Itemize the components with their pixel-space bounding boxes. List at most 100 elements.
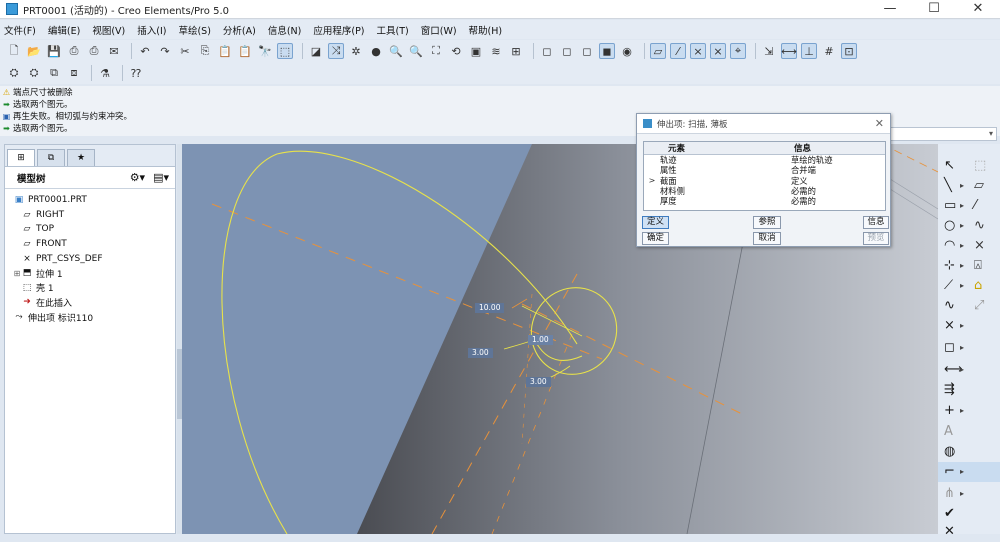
tree-item-top[interactable]: ▱ TOP xyxy=(5,222,175,237)
rectangle-icon[interactable]: ▭ xyxy=(944,196,956,216)
email-icon[interactable]: ✉ xyxy=(106,43,122,59)
constraint-tool-icon[interactable]: + xyxy=(944,401,955,421)
offset-icon[interactable]: ⤢ xyxy=(974,296,984,316)
layers-icon[interactable]: ≋ xyxy=(488,43,504,59)
shading-icon[interactable]: ● xyxy=(368,43,384,59)
spline-icon[interactable]: ∿ xyxy=(974,216,985,236)
mirror-icon[interactable]: ⋔ xyxy=(944,484,955,504)
menu-window[interactable]: 窗口(W) xyxy=(421,23,457,37)
text-icon[interactable]: A xyxy=(944,422,953,442)
selection-box-icon[interactable]: ⬚ xyxy=(277,43,293,59)
mirror-tool-icon[interactable]: ⧉ xyxy=(46,65,62,81)
close-icon[interactable]: ✕ xyxy=(875,117,884,130)
display-dimensions-icon[interactable]: ⟷ xyxy=(781,43,797,59)
menu-edit[interactable]: 编辑(E) xyxy=(48,23,80,37)
modify-icon[interactable]: ⇶ xyxy=(944,380,955,400)
table-row[interactable]: 材料侧 必需的 xyxy=(644,186,885,196)
cancel-x-icon[interactable]: ✕ xyxy=(944,522,955,542)
menu-applications[interactable]: 应用程序(P) xyxy=(313,23,364,37)
menu-tools[interactable]: 工具(T) xyxy=(377,23,409,37)
tree-item-right[interactable]: ▱ RIGHT xyxy=(5,208,175,223)
wireframe-icon[interactable]: ◻ xyxy=(539,43,555,59)
tree-item-csys[interactable]: ⨯ PRT_CSYS_DEF xyxy=(5,251,175,266)
saved-views-icon[interactable]: ▣ xyxy=(468,43,484,59)
sketch-orientation-icon[interactable]: ◪ xyxy=(308,43,324,59)
new-file-icon[interactable]: 🗋 xyxy=(6,43,22,59)
fillet-icon[interactable]: ⊹ xyxy=(944,256,955,276)
expand-icon[interactable]: ⊞ xyxy=(13,269,21,278)
chevron-down-icon[interactable]: ▾ xyxy=(989,129,993,138)
menu-analysis[interactable]: 分析(A) xyxy=(223,23,256,37)
use-edge-icon[interactable]: ◻ xyxy=(944,338,955,358)
open-file-icon[interactable]: 📂 xyxy=(26,43,42,59)
select-all-icon[interactable]: ⬚ xyxy=(974,156,986,176)
pattern-tool-icon[interactable]: ⛭ xyxy=(26,65,42,81)
copy-icon[interactable]: ⎘ xyxy=(197,43,213,59)
reference-button[interactable]: 参照 xyxy=(753,216,781,229)
redo-icon[interactable]: ↷ xyxy=(157,43,173,59)
menu-insert[interactable]: 插入(I) xyxy=(137,23,166,37)
feature-tool-icon[interactable]: ⛭ xyxy=(6,65,22,81)
save-icon[interactable]: 💾 xyxy=(46,43,62,59)
analysis-tool-icon[interactable]: ⚗ xyxy=(97,65,113,81)
cut-icon[interactable]: ✂ xyxy=(177,43,193,59)
tree-item-shell[interactable]: ⬚ 壳 1 xyxy=(5,281,175,296)
zoom-in-icon[interactable]: 🔍 xyxy=(388,43,404,59)
menu-help[interactable]: 帮助(H) xyxy=(469,23,503,37)
filter-dropdown[interactable]: ▾ xyxy=(890,127,997,141)
tree-item-protrusion[interactable]: ⤳ 伸出项 标识110 xyxy=(5,310,175,325)
refit-icon[interactable]: ⛶ xyxy=(428,43,444,59)
point-icon[interactable]: × xyxy=(974,236,985,256)
context-help-icon[interactable]: ⁇ xyxy=(128,65,144,81)
arc-icon[interactable]: ◠ xyxy=(944,236,955,256)
tree-filter-icon[interactable]: ▤▾ xyxy=(153,171,169,184)
table-row[interactable]: 轨迹 草绘的轨迹 xyxy=(644,155,885,165)
menu-info[interactable]: 信息(N) xyxy=(268,23,302,37)
point-tool-icon[interactable]: × xyxy=(944,316,955,336)
copy-tool-icon[interactable]: ⧈ xyxy=(66,65,82,81)
info-button[interactable]: 信息 xyxy=(863,216,889,229)
tree-item-extrude[interactable]: ⊞ ⬒ 拉伸 1 xyxy=(5,266,175,281)
csys-display-icon[interactable]: ⨯ xyxy=(710,43,726,59)
favorites-tab-icon[interactable]: ★ xyxy=(67,149,95,166)
print-preview-icon[interactable]: ⎙ xyxy=(86,43,102,59)
display-grid-icon[interactable]: # xyxy=(821,43,837,59)
menu-file[interactable]: 文件(F) xyxy=(4,23,36,37)
tree-item-front[interactable]: ▱ FRONT xyxy=(5,237,175,252)
maximize-button[interactable]: ☐ xyxy=(912,0,956,19)
ok-button[interactable]: 确定 xyxy=(642,232,669,245)
enhanced-realism-icon[interactable]: ◉ xyxy=(619,43,635,59)
dimension-label[interactable]: 1.00 xyxy=(528,335,553,345)
tree-item-part[interactable]: ▣ PRT0001.PRT xyxy=(5,193,175,208)
menu-sketch[interactable]: 草绘(S) xyxy=(178,23,210,37)
table-row[interactable]: > 截面 定义 xyxy=(644,176,885,186)
chamfer-icon[interactable]: ⟋ xyxy=(944,276,953,296)
shaded-icon[interactable]: ◼ xyxy=(599,43,615,59)
datum-axes-icon[interactable]: ⁄ xyxy=(670,43,686,59)
cancel-button[interactable]: 取消 xyxy=(753,232,781,245)
sketch-display-icon[interactable]: ⤨ xyxy=(328,43,344,59)
hidden-line-icon[interactable]: ◻ xyxy=(559,43,575,59)
done-checkmark-icon[interactable]: ✔ xyxy=(944,504,955,524)
circle-icon[interactable]: ○ xyxy=(944,216,955,236)
dimension-label[interactable]: 3.00 xyxy=(526,377,551,387)
close-button[interactable]: ✕ xyxy=(956,0,1000,19)
preview-button[interactable]: 预览 xyxy=(863,232,889,245)
paste-icon[interactable]: 📋 xyxy=(217,43,233,59)
print-icon[interactable]: ⎙ xyxy=(66,43,82,59)
tree-settings-icon[interactable]: ⚙▾ xyxy=(130,171,145,184)
spline-tool-icon[interactable]: ∿ xyxy=(944,296,955,316)
tangent-line-icon[interactable]: ▱ xyxy=(974,176,984,196)
centerline-tool-icon[interactable]: ⁄ xyxy=(974,196,976,216)
text-tool-icon[interactable]: ⍓ xyxy=(974,256,982,276)
sketch-setup-icon[interactable]: ⇲ xyxy=(761,43,777,59)
dimension-label[interactable]: 10.00 xyxy=(475,303,505,313)
display-vertices-icon[interactable]: ⊡ xyxy=(841,43,857,59)
datum-points-icon[interactable]: × xyxy=(690,43,706,59)
find-icon[interactable]: 🔭 xyxy=(257,43,273,59)
paste-special-icon[interactable]: 📋 xyxy=(237,43,253,59)
minimize-button[interactable]: — xyxy=(868,0,912,19)
menu-view[interactable]: 视图(V) xyxy=(92,23,125,37)
view-manager-icon[interactable]: ⊞ xyxy=(508,43,524,59)
reorient-icon[interactable]: ⟲ xyxy=(448,43,464,59)
